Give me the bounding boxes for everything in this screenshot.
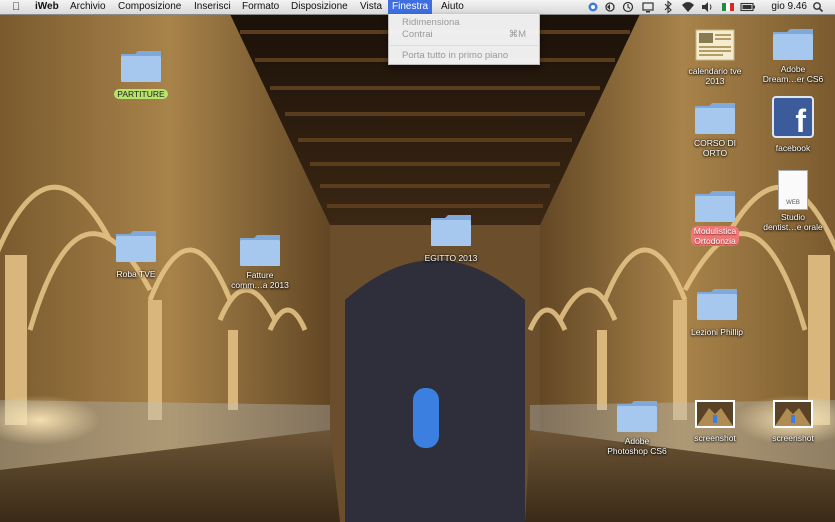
desktop-icon-corso-di-orto[interactable]: CORSO DI ORTO	[670, 100, 760, 161]
menu-item-porta-tutto-in-primo-piano[interactable]: Porta tutto in primo piano	[402, 50, 532, 62]
icon-label: Modulistica Ortodonzia	[690, 226, 740, 246]
app-menu[interactable]: iWeb	[31, 0, 63, 14]
image-thumbnail-icon	[695, 400, 735, 428]
image-thumbnail-icon	[773, 400, 813, 428]
desktop-icon-screenshot-2[interactable]: screenshot	[748, 400, 835, 446]
icon-label: facebook	[775, 143, 811, 153]
italian-flag-icon[interactable]	[722, 0, 734, 14]
desktop-icon-roba-tve[interactable]: Roba TVE	[91, 228, 181, 282]
icon-label: screenshot	[694, 433, 736, 443]
menu-archivio[interactable]: Archivio	[66, 0, 110, 14]
icon-label: Adobe Dream…er CS6	[762, 64, 824, 84]
menu-composizione[interactable]: Composizione	[114, 0, 185, 14]
desktop-icon-partiture[interactable]: PARTITURE	[96, 48, 186, 102]
folder-icon	[697, 289, 737, 320]
finestra-dropdown-menu: Ridimensiona Contrai ⌘M Porta tutto in p…	[388, 14, 540, 65]
icon-label: screenshot	[772, 433, 814, 443]
icon-label: CORSO DI ORTO	[693, 138, 737, 158]
folder-icon	[695, 191, 735, 222]
menubar-clock[interactable]: gio 9.46	[771, 0, 807, 14]
icon-label: Roba TVE	[116, 269, 156, 279]
desktop-icon-fatture[interactable]: Fatture comm…a 2013	[215, 232, 305, 293]
desktop-icon-adobe-photoshop[interactable]: Adobe Photoshop CS6	[592, 398, 682, 459]
menu-formato[interactable]: Formato	[238, 0, 283, 14]
webloc-file-icon: WEB	[778, 170, 808, 210]
folder-icon	[240, 235, 280, 266]
icon-label: Lezioni Phillip	[691, 327, 743, 337]
icon-label: calendario tve 2013	[688, 66, 742, 86]
folder-icon	[121, 51, 161, 82]
bluetooth-icon[interactable]	[663, 0, 673, 14]
menu-finestra[interactable]: Finestra	[388, 0, 433, 14]
menu-bar:  iWeb Archivio Composizione Inserisci F…	[0, 0, 835, 15]
desktop-icon-calendario[interactable]: calendario tve 2013	[670, 26, 760, 89]
dropbox-icon[interactable]	[587, 0, 599, 14]
icon-label: EGITTO 2013	[424, 253, 478, 263]
folder-icon	[773, 29, 813, 60]
desktop-icon-egitto-2013[interactable]: EGITTO 2013	[406, 212, 496, 266]
menu-item-ridimensiona[interactable]: Ridimensiona	[402, 17, 532, 29]
desktop-icon-studio-dentistico[interactable]: WEB Studio dentist…e orale	[748, 170, 835, 235]
shortcut-label: ⌘M	[508, 29, 526, 40]
folder-icon	[695, 103, 735, 134]
battery-icon[interactable]	[740, 0, 756, 14]
menu-inserisci[interactable]: Inserisci	[190, 0, 235, 14]
document-thumbnail-icon	[695, 29, 735, 61]
menu-disposizione[interactable]: Disposizione	[287, 0, 352, 14]
desktop-icon-modulistica[interactable]: Modulistica Ortodonzia	[670, 188, 760, 249]
sync-icon[interactable]	[604, 0, 616, 14]
menu-separator	[390, 45, 538, 46]
apple-menu-icon[interactable]: 	[12, 0, 20, 14]
icon-label: PARTITURE	[114, 89, 168, 99]
folder-icon	[431, 215, 471, 246]
icon-label: Studio dentist…e orale	[763, 212, 823, 232]
icon-label: Fatture comm…a 2013	[231, 270, 289, 290]
menu-vista[interactable]: Vista	[356, 0, 386, 14]
time-machine-icon[interactable]	[622, 0, 634, 14]
folder-icon	[617, 401, 657, 432]
menu-item-contrai[interactable]: Contrai ⌘M	[402, 29, 532, 41]
desktop-icon-lezioni-phillip[interactable]: Lezioni Phillip	[672, 286, 762, 340]
display-icon[interactable]	[641, 0, 655, 14]
spotlight-icon[interactable]	[812, 0, 824, 14]
facebook-icon: f	[772, 96, 814, 139]
wifi-icon[interactable]	[681, 0, 695, 14]
menu-aiuto[interactable]: Aiuto	[437, 0, 468, 14]
desktop-icon-facebook[interactable]: f facebook	[748, 96, 835, 156]
desktop-icon-adobe-dreamweaver[interactable]: Adobe Dream…er CS6	[748, 26, 835, 87]
folder-icon	[116, 231, 156, 262]
desktop-icon-screenshot-1[interactable]: screenshot	[670, 400, 760, 446]
volume-icon[interactable]	[701, 0, 713, 14]
icon-label: Adobe Photoshop CS6	[607, 436, 667, 456]
